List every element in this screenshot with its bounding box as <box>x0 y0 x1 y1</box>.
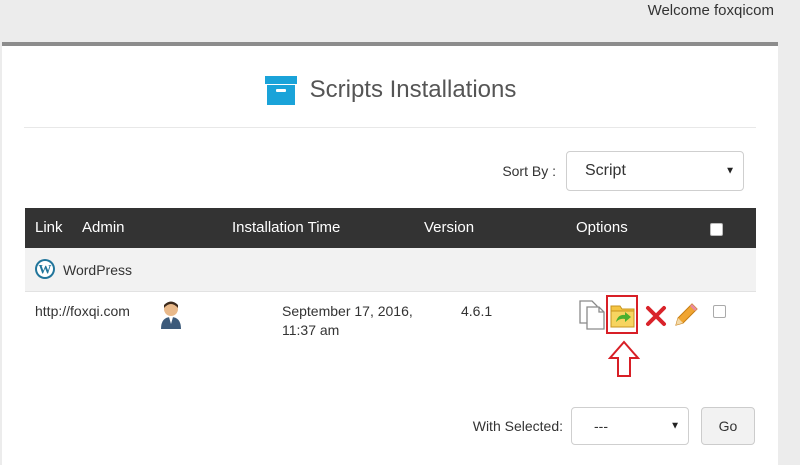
installation-link[interactable]: http://foxqi.com <box>35 303 130 319</box>
admin-user-icon[interactable] <box>159 300 183 330</box>
sort-control: Sort By : Script ▼ <box>502 151 744 191</box>
scripts-panel: Scripts Installations Sort By : Script ▼… <box>2 42 778 465</box>
column-link: Link <box>35 219 63 236</box>
backup-icon[interactable] <box>610 300 635 330</box>
column-options: Options <box>576 219 628 236</box>
title-divider <box>24 127 756 128</box>
group-name: WordPress <box>63 262 132 278</box>
installation-time-date: September 17, 2016, <box>282 303 413 319</box>
sort-select-value: Script <box>585 162 626 179</box>
column-version: Version <box>424 219 475 236</box>
clone-icon[interactable] <box>578 299 606 331</box>
script-group-row: W WordPress <box>25 248 756 292</box>
version-value: 4.6.1 <box>461 303 493 319</box>
column-admin: Admin <box>82 219 125 236</box>
column-installation-time: Installation Time <box>232 219 341 236</box>
welcome-text: Welcome foxqicom <box>647 2 774 19</box>
wordpress-icon: W <box>35 259 55 279</box>
go-button[interactable]: Go <box>701 407 755 445</box>
edit-icon[interactable] <box>673 302 699 328</box>
row-checkbox[interactable] <box>713 305 726 318</box>
page-header: Scripts Installations <box>2 74 778 106</box>
installations-table: Link Admin Installation Time Version Opt… <box>25 208 756 377</box>
installation-time-clock: 11:37 am <box>282 322 340 338</box>
page-title: Scripts Installations <box>309 76 517 103</box>
with-selected-label: With Selected: <box>472 418 563 434</box>
bulk-action-bar: With Selected: --- ▼ Go <box>473 407 755 445</box>
sort-select[interactable]: Script ▼ <box>566 151 744 191</box>
archive-box-icon <box>264 76 297 105</box>
remove-icon[interactable] <box>645 305 667 327</box>
select-all-checkbox[interactable] <box>710 223 723 236</box>
with-selected-select[interactable]: --- ▼ <box>571 407 689 445</box>
sort-label: Sort By : <box>502 163 556 179</box>
table-header: Link Admin Installation Time Version Opt… <box>25 208 756 248</box>
table-row: http://foxqi.com September 17, 2016, 11:… <box>25 292 756 377</box>
up-arrow-indicator-icon <box>608 340 640 377</box>
chevron-down-icon: ▼ <box>670 420 680 432</box>
svg-text:W: W <box>39 262 52 277</box>
with-selected-value: --- <box>594 418 608 434</box>
chevron-down-icon: ▼ <box>725 165 735 177</box>
